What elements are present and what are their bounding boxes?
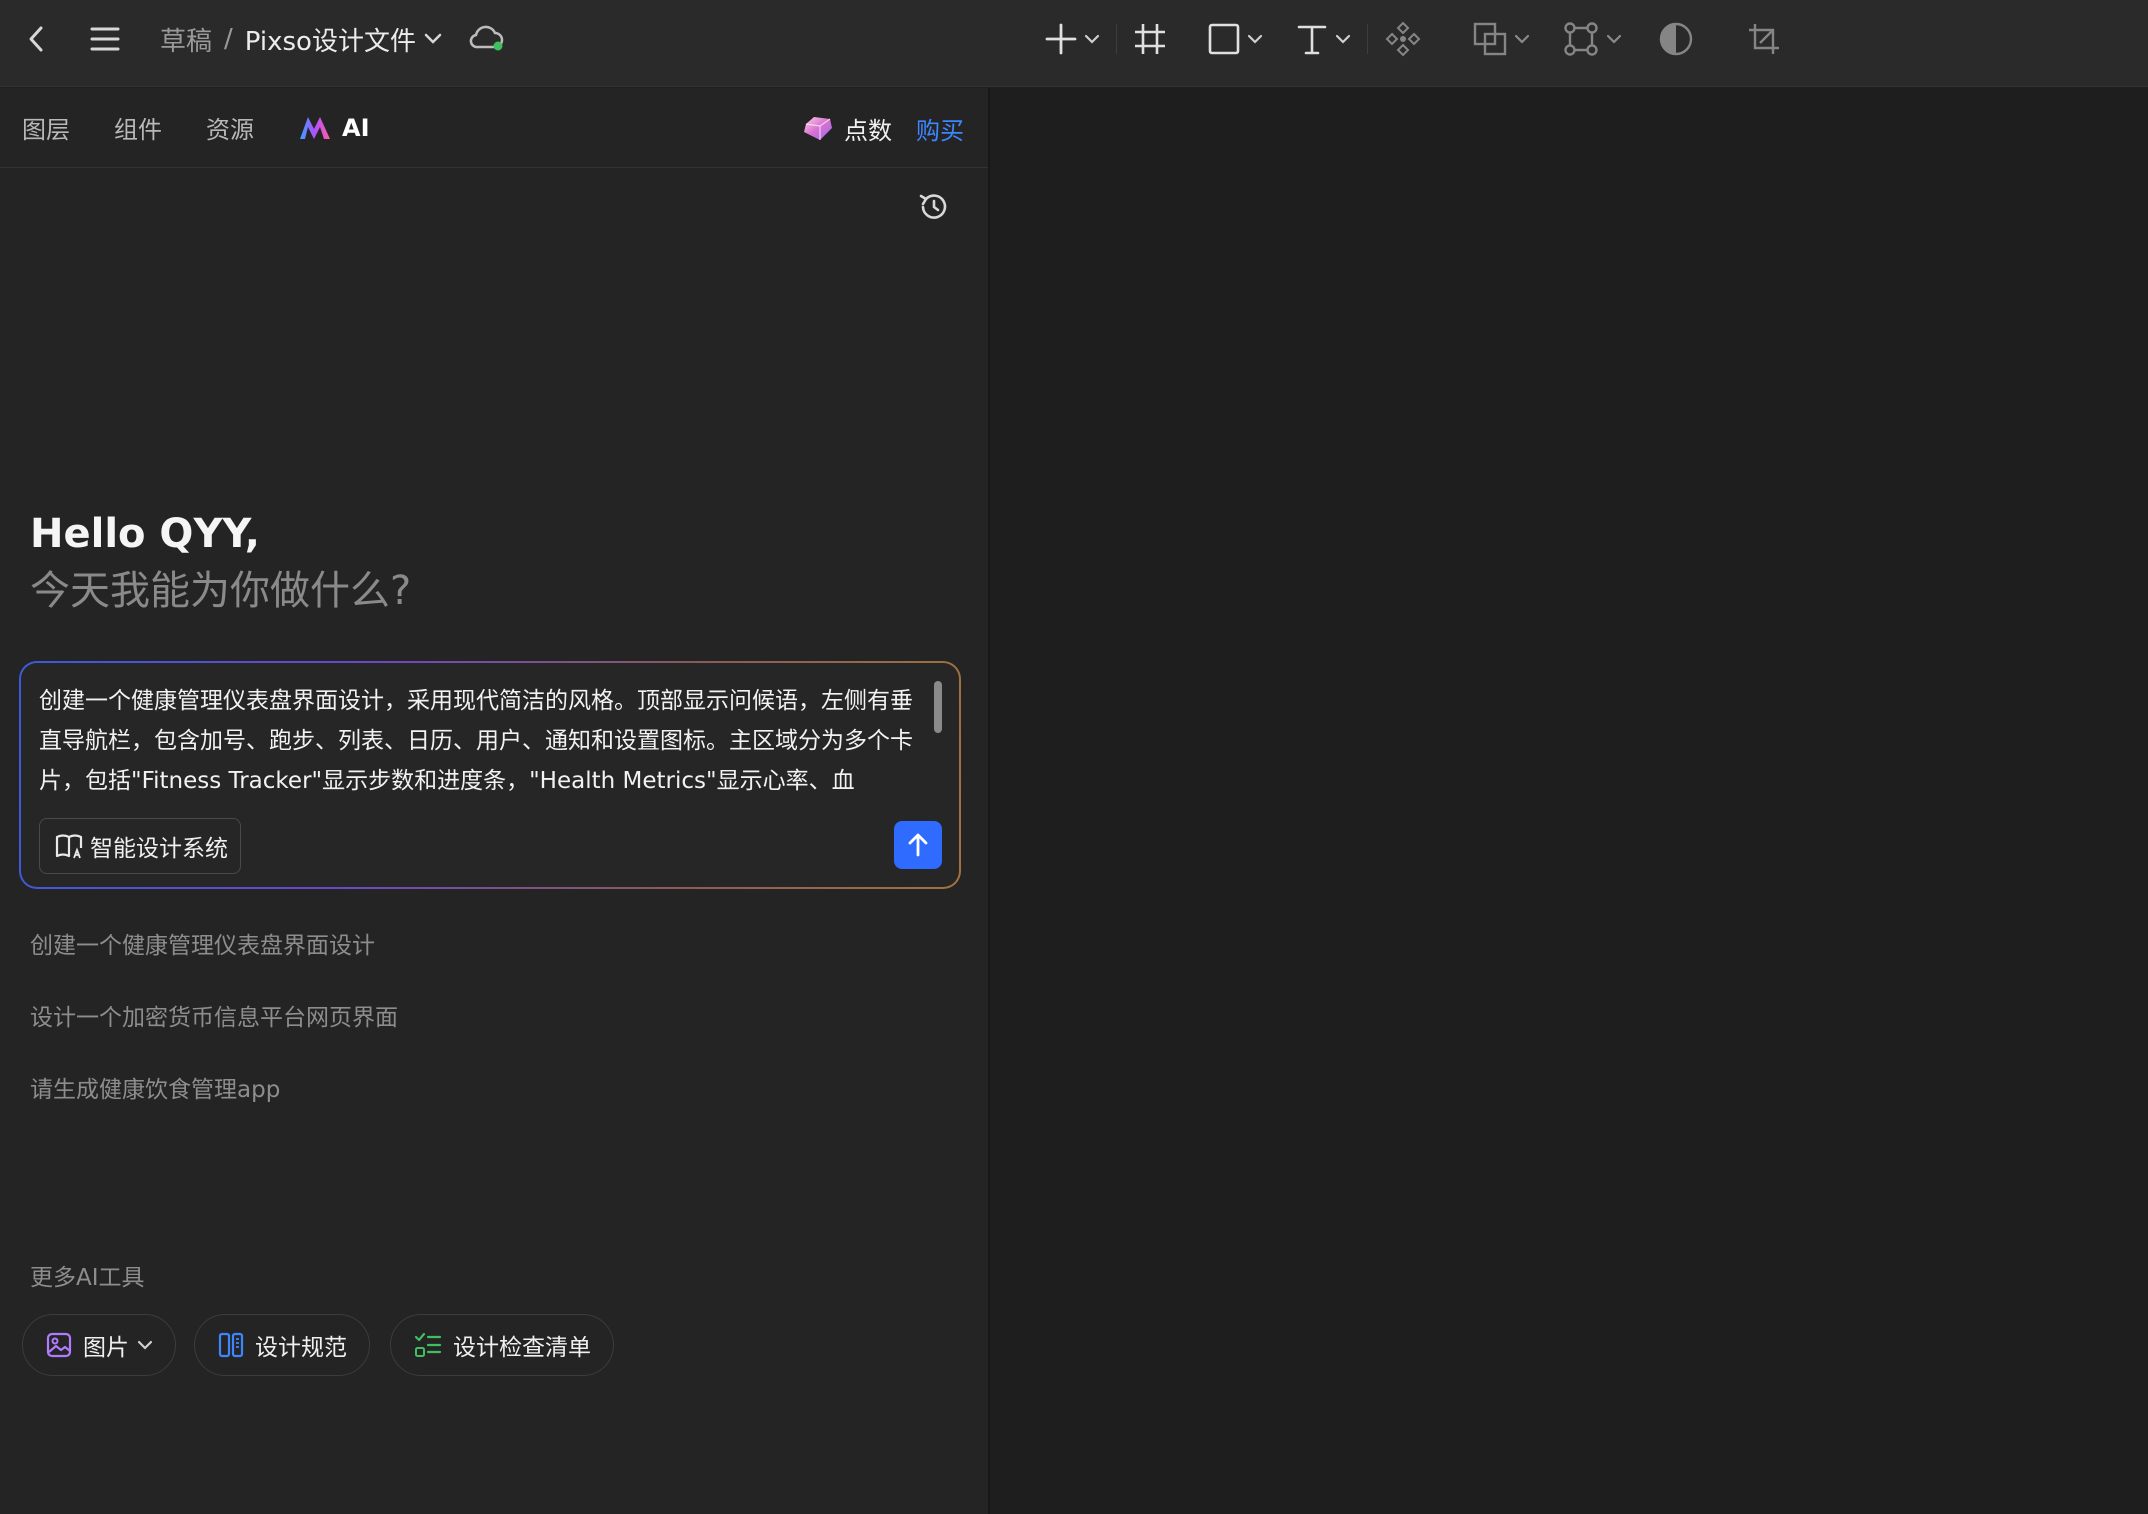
text-icon [1297,25,1327,55]
text-tool[interactable] [1289,11,1357,67]
toolbar-divider [1367,24,1368,54]
gem-icon [804,117,832,140]
chevron-down-icon [424,33,442,44]
chevron-down-icon [1247,34,1263,44]
crop-icon [1749,24,1779,54]
send-button[interactable] [894,821,942,869]
shape-tool[interactable] [1201,11,1269,67]
image-tool-label: 图片 [83,1335,129,1361]
top-toolbar: 草稿 / Pixso设计文件 [0,0,2148,87]
hamburger-menu-icon [90,27,120,51]
mask-contrast-icon [1659,22,1693,56]
image-tool-chip[interactable]: 图片 [22,1314,176,1376]
image-icon [46,1332,72,1358]
history-icon [919,194,947,219]
menu-button[interactable] [82,16,128,62]
back-button[interactable] [14,16,60,62]
crop-tool[interactable] [1740,11,1788,67]
vector-network-tool[interactable] [1556,11,1628,67]
frame-icon [1135,24,1165,54]
prompt-composer-inner: 创建一个健康管理仪表盘界面设计，采用现代简洁的风格。顶部显示问候语，左侧有垂直导… [21,663,959,887]
suggestion-item[interactable]: 创建一个健康管理仪表盘界面设计 [30,926,375,960]
file-name-dropdown[interactable]: Pixso设计文件 [245,21,442,58]
checklist-icon [414,1332,442,1357]
breadcrumb-root[interactable]: 草稿 [160,21,212,58]
chevron-down-icon [137,1340,153,1350]
design-spec-icon [218,1332,244,1358]
greeting: Hello QYY, 今天我能为你做什么? [30,506,411,620]
tab-resources[interactable]: 资源 [206,110,254,145]
add-tool[interactable] [1038,11,1106,67]
tab-layers[interactable]: 图层 [22,110,70,145]
ai-logo-icon [300,116,330,139]
chevron-down-icon [1514,34,1530,44]
chevron-down-icon [1606,34,1622,44]
file-name: Pixso设计文件 [244,26,416,57]
left-panel: 图层 组件 资源 AI 点数 购买 Hello QYY, 今天我能为你做什么? … [0,88,990,1514]
cloud-sync-icon [469,25,504,51]
more-ai-tools-title: 更多AI工具 [30,1265,145,1291]
suggestion-item[interactable]: 请生成健康饮食管理app [30,1070,280,1104]
tab-components[interactable]: 组件 [114,110,162,145]
design-system-button[interactable]: 智能设计系统 [39,818,241,874]
frame-tool[interactable] [1127,11,1173,67]
boolean-tool[interactable] [1466,11,1536,67]
chevron-down-icon [1084,34,1100,44]
tab-ai[interactable]: AI [298,114,370,142]
book-icon [55,834,83,859]
component-tool[interactable] [1378,11,1428,67]
prompt-composer: 创建一个健康管理仪表盘界面设计，采用现代简洁的风格。顶部显示问候语，左侧有垂直导… [19,661,961,889]
greeting-subtitle: 今天我能为你做什么? [30,568,412,614]
cloud-sync-status[interactable] [468,24,506,54]
chevron-down-icon [1335,34,1351,44]
boolean-union-icon [1473,22,1507,56]
greeting-title: Hello QYY, [30,511,260,557]
design-spec-label: 设计规范 [255,1335,347,1361]
design-checklist-label: 设计检查清单 [453,1335,591,1361]
prompt-scrollbar[interactable] [934,681,942,733]
design-canvas[interactable] [992,88,2148,1514]
tab-ai-label: AI [342,113,370,142]
plus-icon [1045,23,1077,55]
rectangle-icon [1208,23,1240,55]
chevron-left-icon [29,26,43,52]
toolbar-divider [1116,24,1117,54]
toolbar-tools [1038,0,1788,78]
points-label: 点数 [844,116,892,145]
mask-tool[interactable] [1652,11,1700,67]
toolbar-left-group: 草稿 / Pixso设计文件 [14,0,506,78]
points-area: 点数 购买 [802,88,964,168]
design-system-label: 智能设计系统 [90,836,228,862]
arrow-up-icon [908,833,928,857]
prompt-input[interactable]: 创建一个健康管理仪表盘界面设计，采用现代简洁的风格。顶部显示问候语，左侧有垂直导… [39,681,929,805]
component-icon [1385,21,1421,57]
vector-nodes-icon [1564,22,1598,56]
breadcrumb: 草稿 / Pixso设计文件 [160,21,442,58]
buy-points-link[interactable]: 购买 [916,111,964,146]
design-checklist-chip[interactable]: 设计检查清单 [390,1314,614,1376]
panel-tabs: 图层 组件 资源 AI 点数 购买 [0,88,988,168]
suggestion-item[interactable]: 设计一个加密货币信息平台网页界面 [30,998,398,1032]
design-spec-chip[interactable]: 设计规范 [194,1314,370,1376]
history-button[interactable] [915,188,953,226]
breadcrumb-separator: / [224,24,233,54]
